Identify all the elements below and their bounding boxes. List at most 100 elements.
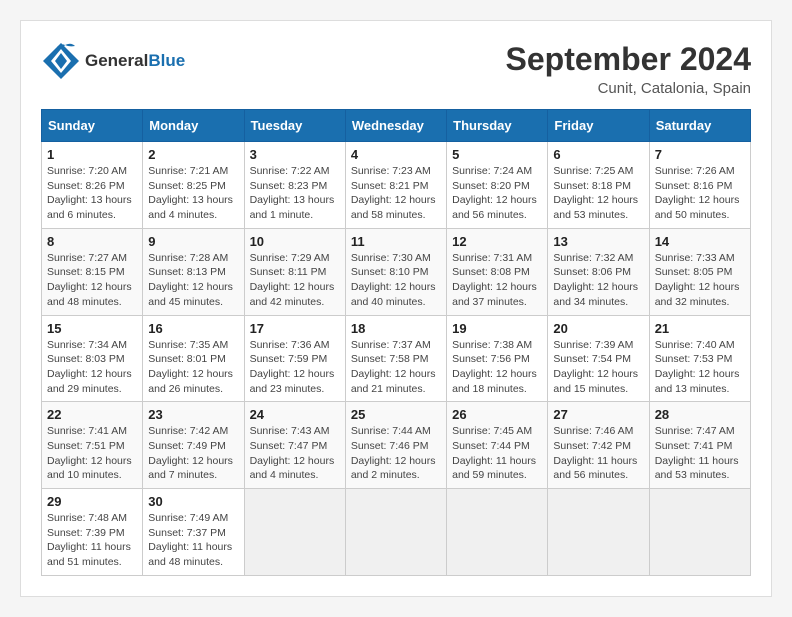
sunset-text: Sunset: 7:42 PM (553, 439, 643, 454)
day-number: 25 (351, 407, 441, 422)
sunset-text: Sunset: 7:44 PM (452, 439, 542, 454)
daylight-text: Daylight: 11 hours and 59 minutes. (452, 454, 542, 483)
daylight-text: Daylight: 12 hours and 32 minutes. (655, 280, 745, 309)
daylight-text: Daylight: 12 hours and 10 minutes. (47, 454, 137, 483)
sunset-text: Sunset: 7:58 PM (351, 352, 441, 367)
sunrise-text: Sunrise: 7:24 AM (452, 164, 542, 179)
sunrise-text: Sunrise: 7:44 AM (351, 424, 441, 439)
daylight-text: Daylight: 12 hours and 29 minutes. (47, 367, 137, 396)
sunset-text: Sunset: 8:18 PM (553, 179, 643, 194)
day-number: 19 (452, 321, 542, 336)
calendar-cell: 4Sunrise: 7:23 AMSunset: 8:21 PMDaylight… (345, 142, 446, 229)
sunset-text: Sunset: 8:16 PM (655, 179, 745, 194)
calendar-week-row: 22Sunrise: 7:41 AMSunset: 7:51 PMDayligh… (42, 402, 751, 489)
sunset-text: Sunset: 7:49 PM (148, 439, 238, 454)
calendar-cell: 26Sunrise: 7:45 AMSunset: 7:44 PMDayligh… (447, 402, 548, 489)
calendar-cell: 18Sunrise: 7:37 AMSunset: 7:58 PMDayligh… (345, 315, 446, 402)
sunset-text: Sunset: 7:47 PM (250, 439, 340, 454)
day-number: 8 (47, 234, 137, 249)
sunset-text: Sunset: 8:01 PM (148, 352, 238, 367)
day-info: Sunrise: 7:22 AMSunset: 8:23 PMDaylight:… (250, 164, 340, 223)
daylight-text: Daylight: 12 hours and 45 minutes. (148, 280, 238, 309)
daylight-text: Daylight: 12 hours and 50 minutes. (655, 193, 745, 222)
calendar-cell (649, 489, 750, 576)
day-info: Sunrise: 7:24 AMSunset: 8:20 PMDaylight:… (452, 164, 542, 223)
calendar-cell (447, 489, 548, 576)
day-number: 23 (148, 407, 238, 422)
calendar-cell: 11Sunrise: 7:30 AMSunset: 8:10 PMDayligh… (345, 228, 446, 315)
daylight-text: Daylight: 13 hours and 6 minutes. (47, 193, 137, 222)
col-thursday: Thursday (447, 110, 548, 142)
calendar-cell: 2Sunrise: 7:21 AMSunset: 8:25 PMDaylight… (143, 142, 244, 229)
day-info: Sunrise: 7:23 AMSunset: 8:21 PMDaylight:… (351, 164, 441, 223)
day-info: Sunrise: 7:49 AMSunset: 7:37 PMDaylight:… (148, 511, 238, 570)
sunrise-text: Sunrise: 7:33 AM (655, 251, 745, 266)
daylight-text: Daylight: 11 hours and 48 minutes. (148, 540, 238, 569)
calendar-cell: 17 Sunrise: 7:36 AMSunset: 7:59 PMDayligh… (244, 315, 345, 402)
calendar-week-row: 1Sunrise: 7:20 AMSunset: 8:26 PMDaylight… (42, 142, 751, 229)
col-tuesday: Tuesday (244, 110, 345, 142)
day-info: Sunrise: 7:33 AMSunset: 8:05 PMDaylight:… (655, 251, 745, 310)
sunrise-text: Sunrise: 7:48 AM (47, 511, 137, 526)
sunrise-text: Sunrise: 7:49 AM (148, 511, 238, 526)
sunset-text: Sunset: 8:05 PM (655, 265, 745, 280)
col-friday: Friday (548, 110, 649, 142)
sunset-text: Sunset: 7:56 PM (452, 352, 542, 367)
day-number: 24 (250, 407, 340, 422)
sunset-text: Sunset: 7:37 PM (148, 526, 238, 541)
sunset-text: Sunset: 8:13 PM (148, 265, 238, 280)
logo: GeneralBlue (41, 41, 185, 81)
day-number: 2 (148, 147, 238, 162)
day-info: Sunrise: 7:46 AMSunset: 7:42 PMDaylight:… (553, 424, 643, 483)
daylight-text: Daylight: 11 hours and 56 minutes. (553, 454, 643, 483)
sunset-text: Sunset: 8:25 PM (148, 179, 238, 194)
day-number: 17 (250, 321, 340, 336)
day-info: Sunrise: 7:36 AMSunset: 7:59 PMDaylight:… (250, 338, 340, 397)
day-number: 15 (47, 321, 137, 336)
daylight-text: Daylight: 12 hours and 2 minutes. (351, 454, 441, 483)
calendar-week-row: 29Sunrise: 7:48 AMSunset: 7:39 PMDayligh… (42, 489, 751, 576)
calendar-cell: 25Sunrise: 7:44 AMSunset: 7:46 PMDayligh… (345, 402, 446, 489)
sunrise-text: Sunrise: 7:39 AM (553, 338, 643, 353)
day-number: 22 (47, 407, 137, 422)
daylight-text: Daylight: 12 hours and 26 minutes. (148, 367, 238, 396)
month-title: September 2024 (506, 41, 751, 78)
sunrise-text: Sunrise: 7:26 AM (655, 164, 745, 179)
sunset-text: Sunset: 8:08 PM (452, 265, 542, 280)
day-info: Sunrise: 7:31 AMSunset: 8:08 PMDaylight:… (452, 251, 542, 310)
calendar-cell: 8Sunrise: 7:27 AMSunset: 8:15 PMDaylight… (42, 228, 143, 315)
daylight-text: Daylight: 12 hours and 18 minutes. (452, 367, 542, 396)
day-number: 6 (553, 147, 643, 162)
sunrise-text: Sunrise: 7:27 AM (47, 251, 137, 266)
daylight-text: Daylight: 12 hours and 7 minutes. (148, 454, 238, 483)
day-number: 21 (655, 321, 745, 336)
day-number: 5 (452, 147, 542, 162)
sunset-text: Sunset: 7:39 PM (47, 526, 137, 541)
day-info: Sunrise: 7:34 AMSunset: 8:03 PMDaylight:… (47, 338, 137, 397)
day-info: Sunrise: 7:45 AMSunset: 7:44 PMDaylight:… (452, 424, 542, 483)
sunrise-text: Sunrise: 7:34 AM (47, 338, 137, 353)
daylight-text: Daylight: 12 hours and 37 minutes. (452, 280, 542, 309)
daylight-text: Daylight: 12 hours and 53 minutes. (553, 193, 643, 222)
sunrise-text: Sunrise: 7:30 AM (351, 251, 441, 266)
sunrise-text: Sunrise: 7:40 AM (655, 338, 745, 353)
sunrise-text: Sunrise: 7:43 AM (250, 424, 340, 439)
header: GeneralBlue September 2024 Cunit, Catalo… (41, 41, 751, 97)
calendar-table: Sunday Monday Tuesday Wednesday Thursday… (41, 109, 751, 576)
day-number: 10 (250, 234, 340, 249)
daylight-text: Daylight: 12 hours and 34 minutes. (553, 280, 643, 309)
day-info: Sunrise: 7:37 AMSunset: 7:58 PMDaylight:… (351, 338, 441, 397)
day-info: Sunrise: 7:35 AMSunset: 8:01 PMDaylight:… (148, 338, 238, 397)
sunrise-text: Sunrise: 7:32 AM (553, 251, 643, 266)
sunset-text: Sunset: 7:51 PM (47, 439, 137, 454)
calendar-cell: 22Sunrise: 7:41 AMSunset: 7:51 PMDayligh… (42, 402, 143, 489)
day-number: 14 (655, 234, 745, 249)
calendar-cell (244, 489, 345, 576)
day-info: Sunrise: 7:42 AMSunset: 7:49 PMDaylight:… (148, 424, 238, 483)
calendar-cell (345, 489, 446, 576)
calendar-cell: 20Sunrise: 7:39 AMSunset: 7:54 PMDayligh… (548, 315, 649, 402)
daylight-text: Daylight: 13 hours and 1 minute. (250, 193, 340, 222)
sunrise-text: Sunrise: 7:46 AM (553, 424, 643, 439)
sunset-text: Sunset: 7:59 PM (250, 352, 340, 367)
day-info: Sunrise: 7:38 AMSunset: 7:56 PMDaylight:… (452, 338, 542, 397)
